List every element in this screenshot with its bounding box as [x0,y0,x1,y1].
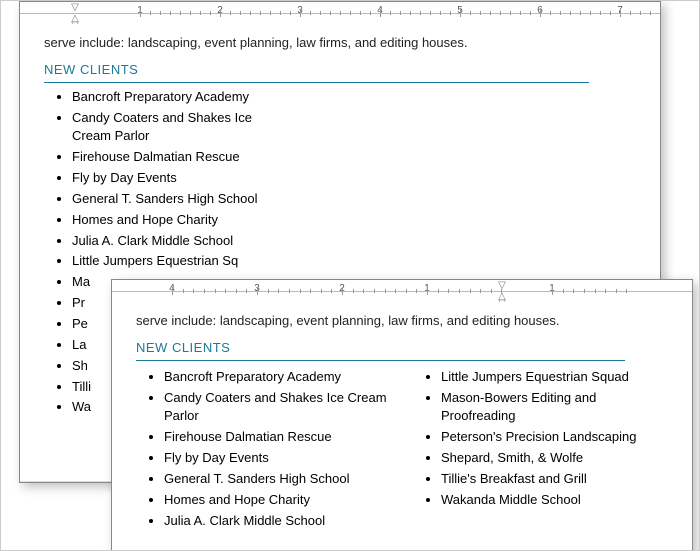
first-line-indent-marker-icon[interactable]: ▽ [71,2,79,13]
list-item: General T. Sanders High School [164,469,391,490]
list-item: Homes and Hope Charity [164,490,391,511]
ruler-front[interactable]: ▽ △ ▭ 43211 [112,280,692,302]
list-item: General T. Sanders High School [72,189,292,210]
left-indent-box-icon[interactable]: ▭ [71,18,79,24]
client-list-front-left: Bancroft Preparatory AcademyCandy Coater… [144,367,391,532]
client-list-front-right: Little Jumpers Equestrian SquadMason-Bow… [421,367,668,532]
list-item: Wakanda Middle School [441,490,668,511]
list-item: Julia A. Clark Middle School [164,511,391,532]
intro-text: serve include: landscaping, event planni… [136,312,668,331]
list-item: Little Jumpers Equestrian Sq [72,251,292,272]
list-item: Candy Coaters and Shakes Ice Cream Parlo… [72,108,292,148]
list-item: Firehouse Dalmatian Rescue [164,427,391,448]
left-indent-box-icon[interactable]: ▭ [498,296,506,302]
list-item: Shepard, Smith, & Wolfe [441,448,668,469]
list-item: Peterson's Precision Landscaping [441,427,668,448]
list-item: Bancroft Preparatory Academy [164,367,391,388]
list-item: Little Jumpers Equestrian Squad [441,367,668,388]
list-item: Julia A. Clark Middle School [72,231,292,252]
list-item: Fly by Day Events [164,448,391,469]
list-item: Mason-Bowers Editing and Proofreading [441,388,668,428]
page-body-front: serve include: landscaping, event planni… [112,302,692,551]
list-item: Bancroft Preparatory Academy [72,87,292,108]
list-item: Homes and Hope Charity [72,210,292,231]
list-item: Firehouse Dalmatian Rescue [72,147,292,168]
section-title: NEW CLIENTS [44,61,589,83]
list-item: Candy Coaters and Shakes Ice Cream Parlo… [164,388,391,428]
document-window-front: ▽ △ ▭ 43211 serve include: landscaping, … [111,279,693,551]
ruler-back[interactable]: ▽ △ ▭ 1234567 [20,2,660,24]
section-title: NEW CLIENTS [136,339,625,361]
intro-text: serve include: landscaping, event planni… [44,34,636,53]
list-item: Tillie's Breakfast and Grill [441,469,668,490]
list-item: Fly by Day Events [72,168,292,189]
stage: ▽ △ ▭ 1234567 serve include: landscaping… [0,0,700,551]
